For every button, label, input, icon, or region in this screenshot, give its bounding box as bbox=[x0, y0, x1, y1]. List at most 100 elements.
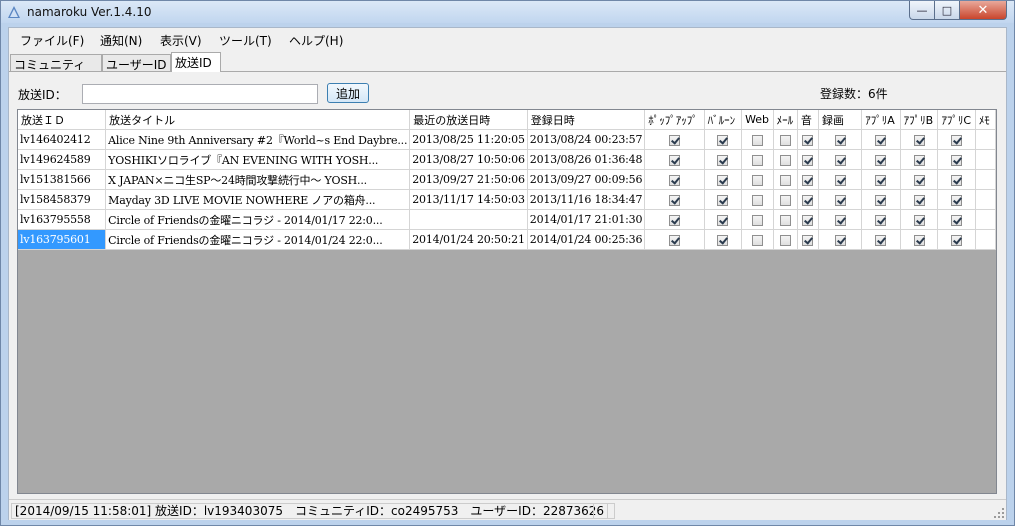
menu-tools[interactable]: ツール(T) bbox=[219, 32, 272, 49]
checkbox[interactable] bbox=[668, 194, 680, 206]
column-header[interactable]: Web bbox=[741, 110, 774, 130]
memo-cell[interactable] bbox=[975, 189, 996, 210]
table-row[interactable]: lv163795558 Circle of Friendsの金曜ニコラジ - 20… bbox=[18, 209, 996, 230]
checkbox[interactable] bbox=[751, 214, 763, 226]
checkbox[interactable] bbox=[779, 194, 791, 206]
checkbox[interactable] bbox=[668, 214, 680, 226]
checkbox[interactable] bbox=[751, 154, 763, 166]
checkbox[interactable] bbox=[875, 134, 887, 146]
checkbox[interactable] bbox=[779, 174, 791, 186]
checkbox[interactable] bbox=[717, 134, 729, 146]
checkbox[interactable] bbox=[913, 134, 925, 146]
memo-cell[interactable] bbox=[975, 209, 996, 230]
broadcast-id-cell[interactable]: lv146402412 bbox=[18, 129, 107, 150]
broadcast-id-cell[interactable]: lv151381566 bbox=[18, 169, 107, 190]
broadcast-id-cell[interactable]: lv149624589 bbox=[18, 149, 107, 170]
table-row[interactable]: lv151381566 X JAPAN×ニコ生SP～24時間攻撃続行中～ YOSH… bbox=[18, 169, 996, 190]
checkbox[interactable] bbox=[717, 234, 729, 246]
menu-help[interactable]: ヘルプ(H) bbox=[289, 32, 343, 49]
table-row[interactable]: lv146402412 Alice Nine 9th Anniversary #2… bbox=[18, 129, 996, 150]
checkbox[interactable] bbox=[668, 154, 680, 166]
last-broadcast-cell[interactable] bbox=[409, 209, 528, 230]
tab-community-id[interactable]: コミュニティID bbox=[10, 54, 102, 87]
title-cell[interactable]: Circle of Friendsの金曜ニコラジ - 2014/01/24 22… bbox=[105, 229, 411, 250]
checkbox[interactable] bbox=[779, 234, 791, 246]
checkbox[interactable] bbox=[951, 174, 963, 186]
checkbox[interactable] bbox=[875, 194, 887, 206]
checkbox[interactable] bbox=[951, 154, 963, 166]
registered-cell[interactable]: 2013/08/24 00:23:57 bbox=[527, 129, 646, 150]
checkbox[interactable] bbox=[802, 194, 814, 206]
checkbox[interactable] bbox=[779, 134, 791, 146]
checkbox[interactable] bbox=[717, 214, 729, 226]
checkbox[interactable] bbox=[913, 154, 925, 166]
checkbox[interactable] bbox=[951, 214, 963, 226]
last-broadcast-cell[interactable]: 2013/11/17 14:50:03 bbox=[409, 189, 528, 210]
column-header[interactable]: 音 bbox=[797, 110, 820, 130]
title-cell[interactable]: Mayday 3D LIVE MOVIE NOWHERE ノアの箱舟... bbox=[105, 189, 411, 210]
checkbox[interactable] bbox=[875, 154, 887, 166]
checkbox[interactable] bbox=[717, 194, 729, 206]
tab-user-id[interactable]: ユーザーID bbox=[102, 54, 171, 72]
checkbox[interactable] bbox=[913, 194, 925, 206]
column-header[interactable]: ｱﾌﾟﾘC bbox=[937, 110, 976, 130]
table-row[interactable]: lv158458379 Mayday 3D LIVE MOVIE NOWHERE … bbox=[18, 189, 996, 210]
maximize-button[interactable]: □ bbox=[934, 1, 960, 20]
last-broadcast-cell[interactable]: 2013/08/25 11:20:05 bbox=[409, 129, 528, 150]
memo-cell[interactable] bbox=[975, 129, 996, 150]
broadcast-id-cell[interactable]: lv163795601 bbox=[18, 229, 107, 250]
checkbox[interactable] bbox=[834, 234, 846, 246]
column-header[interactable]: ﾎﾟｯﾌﾟｱｯﾌﾟ bbox=[644, 110, 705, 130]
checkbox[interactable] bbox=[802, 154, 814, 166]
broadcast-id-cell[interactable]: lv158458379 bbox=[18, 189, 107, 210]
close-button[interactable]: ✕ bbox=[959, 1, 1007, 20]
minimize-button[interactable]: — bbox=[909, 1, 935, 20]
registered-cell[interactable]: 2014/01/24 00:25:36 bbox=[527, 229, 646, 250]
broadcast-grid[interactable]: 放送ＩＤ 放送タイトル 最近の放送日時 登録日時 ﾎﾟｯﾌﾟｱｯﾌﾟ ﾊﾞﾙｰﾝ… bbox=[17, 109, 997, 494]
checkbox[interactable] bbox=[875, 214, 887, 226]
checkbox[interactable] bbox=[875, 234, 887, 246]
column-header[interactable]: ｱﾌﾟﾘA bbox=[861, 110, 901, 130]
checkbox[interactable] bbox=[779, 154, 791, 166]
checkbox[interactable] bbox=[875, 174, 887, 186]
checkbox[interactable] bbox=[751, 194, 763, 206]
column-header[interactable]: 登録日時 bbox=[527, 110, 646, 130]
checkbox[interactable] bbox=[751, 174, 763, 186]
menu-file[interactable]: ファイル(F) bbox=[20, 32, 84, 49]
broadcast-id-input[interactable] bbox=[82, 84, 318, 104]
checkbox[interactable] bbox=[802, 174, 814, 186]
column-header[interactable]: ﾊﾞﾙｰﾝ bbox=[704, 110, 743, 130]
checkbox[interactable] bbox=[951, 194, 963, 206]
title-bar[interactable]: namaroku Ver.1.4.10 — □ ✕ bbox=[1, 1, 1014, 23]
checkbox[interactable] bbox=[834, 154, 846, 166]
checkbox[interactable] bbox=[913, 214, 925, 226]
registered-cell[interactable]: 2014/01/17 21:01:30 bbox=[527, 209, 646, 230]
title-cell[interactable]: Circle of Friendsの金曜ニコラジ - 2014/01/17 22… bbox=[105, 209, 411, 230]
last-broadcast-cell[interactable]: 2013/08/27 10:50:06 bbox=[409, 149, 528, 170]
checkbox[interactable] bbox=[834, 214, 846, 226]
column-header[interactable]: 放送タイトル bbox=[105, 110, 411, 130]
title-cell[interactable]: Alice Nine 9th Anniversary #2『World~s En… bbox=[105, 129, 411, 150]
menu-view[interactable]: 表示(V) bbox=[160, 32, 202, 49]
tab-broadcast-id[interactable]: 放送ID bbox=[171, 52, 221, 72]
checkbox[interactable] bbox=[951, 234, 963, 246]
table-row[interactable]: lv163795601 Circle of Friendsの金曜ニコラジ - 20… bbox=[18, 229, 996, 250]
resize-grip-icon[interactable] bbox=[994, 508, 1004, 518]
checkbox[interactable] bbox=[668, 234, 680, 246]
checkbox[interactable] bbox=[751, 134, 763, 146]
title-cell[interactable]: X JAPAN×ニコ生SP～24時間攻撃続行中～ YOSH... bbox=[105, 169, 411, 190]
checkbox[interactable] bbox=[779, 214, 791, 226]
checkbox[interactable] bbox=[834, 134, 846, 146]
checkbox[interactable] bbox=[913, 234, 925, 246]
checkbox[interactable] bbox=[717, 154, 729, 166]
table-row[interactable]: lv149624589 YOSHIKIソロライブ『AN EVENING WITH … bbox=[18, 149, 996, 170]
checkbox[interactable] bbox=[951, 134, 963, 146]
column-header[interactable]: 録画 bbox=[818, 110, 863, 130]
column-header[interactable]: 最近の放送日時 bbox=[409, 110, 528, 130]
column-header[interactable]: ｱﾌﾟﾘB bbox=[900, 110, 939, 130]
last-broadcast-cell[interactable]: 2013/09/27 21:50:06 bbox=[409, 169, 528, 190]
checkbox[interactable] bbox=[668, 174, 680, 186]
checkbox[interactable] bbox=[802, 214, 814, 226]
add-button[interactable]: 追加 bbox=[327, 83, 369, 103]
checkbox[interactable] bbox=[802, 134, 814, 146]
